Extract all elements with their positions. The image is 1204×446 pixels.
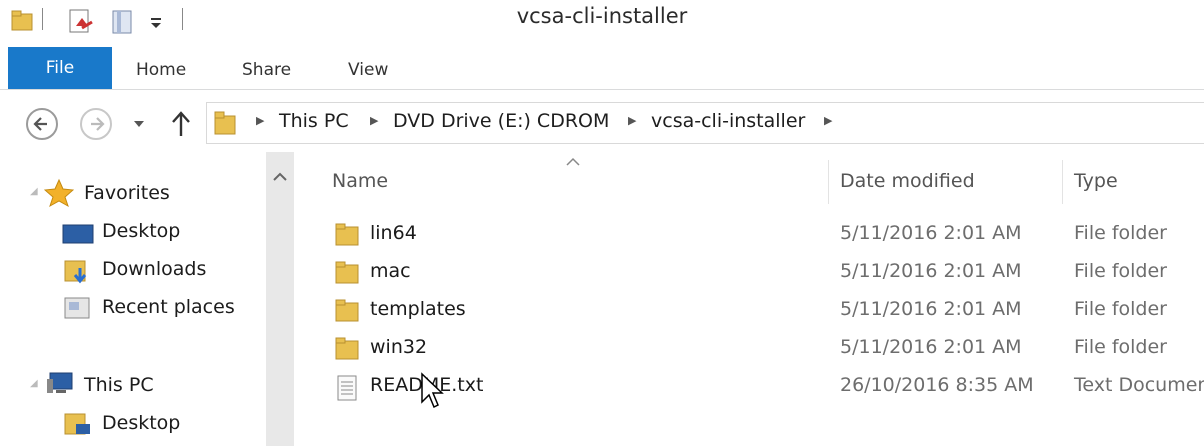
- nav-favorites[interactable]: Favorites: [84, 182, 170, 204]
- expand-arrow-icon[interactable]: ◢: [30, 378, 38, 389]
- folder-icon: [214, 111, 236, 135]
- tab-view[interactable]: View: [348, 47, 388, 89]
- downloads-icon: [64, 260, 87, 284]
- file-date-modified: 26/10/2016 8:35 AM: [840, 374, 1034, 396]
- star-icon: [44, 178, 74, 208]
- file-row[interactable]: win32 5/11/2016 2:01 AM File folder: [294, 330, 1204, 368]
- mouse-cursor-icon: [421, 372, 444, 409]
- forward-arrow-icon: [91, 117, 105, 131]
- breadcrumb-separator-icon[interactable]: ▶: [370, 114, 378, 127]
- back-arrow-icon: [33, 117, 47, 131]
- tab-share[interactable]: Share: [242, 47, 291, 89]
- file-name: mac: [370, 260, 411, 282]
- back-button[interactable]: [26, 108, 58, 140]
- file-type: Text Documen: [1074, 374, 1204, 396]
- computer-icon: [47, 372, 73, 393]
- nav-desktop[interactable]: Desktop: [102, 220, 180, 242]
- nav-downloads[interactable]: Downloads: [102, 258, 206, 280]
- forward-button[interactable]: [80, 108, 112, 140]
- file-type: File folder: [1074, 222, 1167, 244]
- tab-home[interactable]: Home: [136, 47, 186, 89]
- column-header-type[interactable]: Type: [1074, 170, 1118, 192]
- scroll-up-icon[interactable]: [266, 164, 294, 188]
- file-date-modified: 5/11/2016 2:01 AM: [840, 222, 1022, 244]
- desktop-icon: [62, 224, 94, 244]
- title-bar: vcsa-cli-installer: [0, 0, 1204, 44]
- file-type: File folder: [1074, 260, 1167, 282]
- breadcrumb-this-pc[interactable]: This PC: [279, 110, 349, 132]
- up-arrow-icon[interactable]: [168, 108, 194, 140]
- file-type: File folder: [1074, 298, 1167, 320]
- folder-icon: [335, 261, 359, 284]
- file-name: win32: [370, 336, 428, 358]
- column-divider[interactable]: [1062, 160, 1063, 204]
- sort-ascending-icon: [566, 157, 580, 166]
- folder-icon: [335, 337, 359, 360]
- folder-icon: [335, 299, 359, 322]
- file-row[interactable]: lin64 5/11/2016 2:01 AM File folder: [294, 216, 1204, 254]
- breadcrumb-separator-icon[interactable]: ▶: [824, 114, 832, 127]
- file-date-modified: 5/11/2016 2:01 AM: [840, 298, 1022, 320]
- recent-locations-chevron-icon[interactable]: [132, 118, 148, 130]
- text-file-icon: [337, 375, 357, 401]
- breadcrumb-vcsa-cli-installer[interactable]: vcsa-cli-installer: [651, 110, 805, 132]
- file-type: File folder: [1074, 336, 1167, 358]
- window-title: vcsa-cli-installer: [516, 4, 688, 28]
- file-name: lin64: [370, 222, 417, 244]
- file-row[interactable]: templates 5/11/2016 2:01 AM File folder: [294, 292, 1204, 330]
- file-row[interactable]: mac 5/11/2016 2:01 AM File folder: [294, 254, 1204, 292]
- column-divider[interactable]: [828, 160, 829, 204]
- nav-pc-desktop[interactable]: Desktop: [102, 412, 180, 434]
- column-header-name[interactable]: Name: [332, 170, 388, 192]
- nav-this-pc[interactable]: This PC: [84, 374, 154, 396]
- tab-file[interactable]: File: [8, 47, 112, 89]
- column-header-date-modified[interactable]: Date modified: [840, 170, 975, 192]
- navigation-scrollbar[interactable]: [266, 152, 294, 446]
- desktop-folder-icon: [64, 413, 90, 435]
- file-name: templates: [370, 298, 466, 320]
- folder-icon: [335, 223, 359, 246]
- breadcrumb-separator-icon[interactable]: ▶: [256, 114, 264, 127]
- breadcrumb-dvd-drive[interactable]: DVD Drive (E:) CDROM: [393, 110, 609, 132]
- breadcrumb-separator-icon[interactable]: ▶: [628, 114, 636, 127]
- expand-arrow-icon[interactable]: ◢: [30, 186, 38, 197]
- nav-recent-places[interactable]: Recent places: [102, 296, 235, 318]
- file-date-modified: 5/11/2016 2:01 AM: [840, 336, 1022, 358]
- file-date-modified: 5/11/2016 2:01 AM: [840, 260, 1022, 282]
- recent-places-icon: [64, 297, 90, 319]
